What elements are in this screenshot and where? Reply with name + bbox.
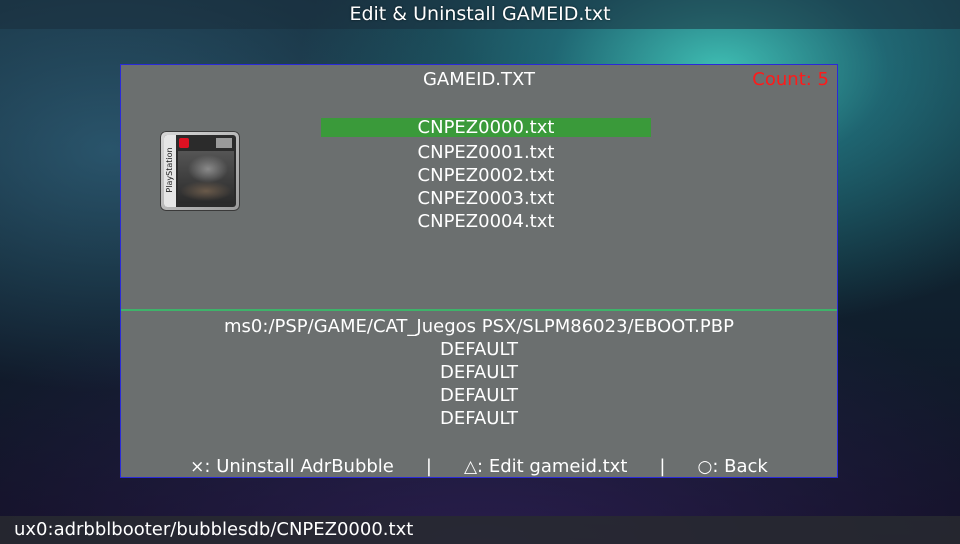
file-list-item-selected[interactable]: CNPEZ0000.txt: [321, 118, 651, 137]
edit-gameid-action[interactable]: △: Edit gameid.txt: [464, 456, 627, 478]
triangle-button-icon: △: [463, 457, 478, 477]
edit-action-label: : Edit gameid.txt: [477, 456, 628, 477]
file-list-item[interactable]: CNPEZ0004.txt: [321, 210, 651, 233]
circle-button-icon: ○: [697, 457, 713, 477]
file-list-item[interactable]: CNPEZ0003.txt: [321, 187, 651, 210]
eboot-path: ms0:/PSP/GAME/CAT_Juegos PSX/SLPM86023/E…: [224, 316, 734, 337]
game-cover-icon: PlayStation: [160, 131, 240, 211]
panel-title: GAMEID.TXT: [422, 69, 536, 90]
detail-line: DEFAULT: [440, 408, 518, 429]
file-list-item[interactable]: CNPEZ0001.txt: [321, 141, 651, 164]
screen: Edit & Uninstall GAMEID.txt GAMEID.TXT C…: [0, 0, 960, 544]
window-title: Edit & Uninstall GAMEID.txt: [0, 0, 960, 29]
cross-button-icon: ×: [190, 457, 205, 477]
back-action-label: : Back: [712, 456, 768, 477]
cover-art-inner: PlayStation: [164, 135, 236, 207]
detail-line: DEFAULT: [440, 339, 518, 360]
uninstall-action[interactable]: ×: Uninstall AdrBubble: [190, 456, 394, 478]
cover-artwork: [178, 151, 234, 203]
cover-spine-text: PlayStation: [165, 147, 174, 193]
count-label: Count: 5: [752, 69, 829, 90]
section-divider: [121, 309, 837, 311]
detail-line: DEFAULT: [440, 362, 518, 383]
uninstall-action-label: : Uninstall AdrBubble: [204, 456, 394, 477]
gameid-file-list: CNPEZ0000.txt CNPEZ0001.txt CNPEZ0002.tx…: [321, 118, 651, 233]
panel-top-section: GAMEID.TXT Count: 5 PlayStation CNPEZ000…: [121, 65, 837, 309]
cover-badge-icon: [216, 138, 232, 148]
actions-bar: ×: Uninstall AdrBubble | △: Edit gameid.tx…: [121, 456, 837, 478]
file-list-item[interactable]: CNPEZ0002.txt: [321, 164, 651, 187]
details-section: ms0:/PSP/GAME/CAT_Juegos PSX/SLPM86023/E…: [121, 315, 837, 430]
cover-spine: PlayStation: [164, 135, 176, 207]
action-separator: |: [659, 456, 666, 477]
gameid-panel: GAMEID.TXT Count: 5 PlayStation CNPEZ000…: [120, 64, 838, 478]
detail-line: DEFAULT: [440, 385, 518, 406]
action-separator: |: [425, 456, 432, 477]
status-bar-path: ux0:adrbblbooter/bubblesdb/CNPEZ0000.txt: [0, 516, 960, 544]
publisher-logo-icon: [179, 138, 189, 148]
back-action[interactable]: ○: Back: [697, 456, 767, 478]
